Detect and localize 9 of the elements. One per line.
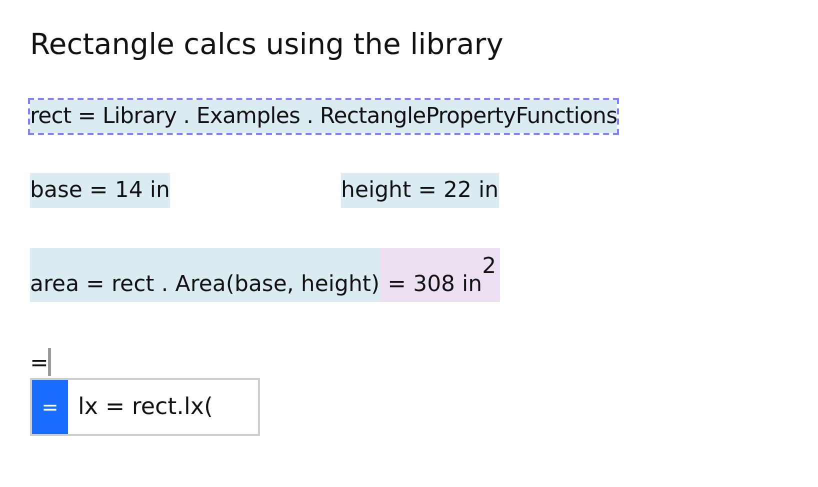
suggestion-text: lx = rect.lx( (78, 392, 213, 422)
variable-definition[interactable]: height = 22 in (341, 173, 499, 208)
worksheet-title: Rectangle calcs using the library (30, 26, 504, 62)
equals-symbol-icon: = (32, 380, 68, 434)
definition-region[interactable]: rect = Library . Examples . RectanglePropertyFunctions (30, 100, 618, 133)
math-input[interactable]: = (30, 352, 48, 376)
expression-region[interactable]: area = rect . Area(base, height) (30, 248, 380, 302)
text-cursor (48, 348, 52, 376)
variable-definition[interactable]: base = 14 in (30, 173, 170, 208)
